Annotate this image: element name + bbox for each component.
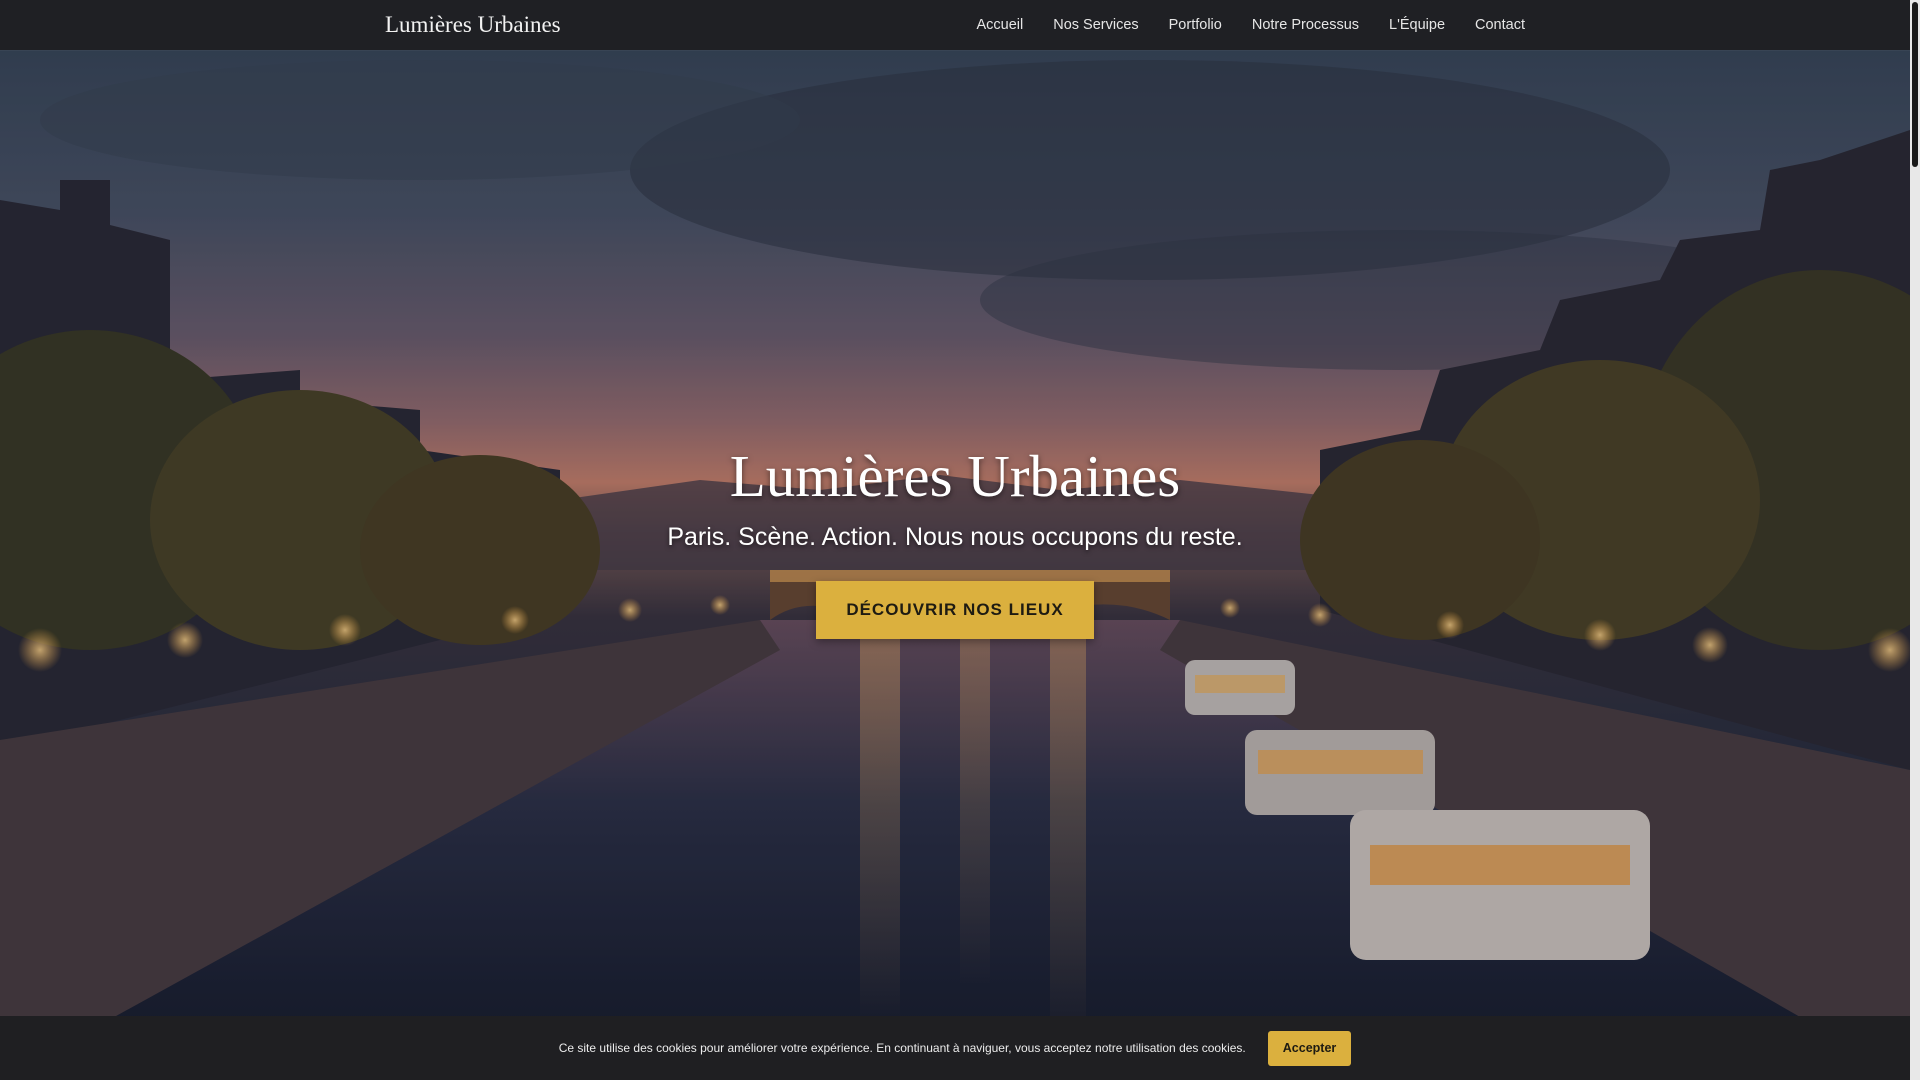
hero-subtitle: Paris. Scène. Action. Nous nous occupons… xyxy=(667,523,1243,551)
cookie-banner: Ce site utilise des cookies pour amélior… xyxy=(0,1016,1910,1080)
hero-section: Lumières Urbaines Paris. Scène. Action. … xyxy=(0,50,1910,1080)
nav-link-services[interactable]: Nos Services xyxy=(1038,0,1153,50)
nav-links: Accueil Nos Services Portfolio Notre Pro… xyxy=(961,0,1525,50)
nav-link-processus[interactable]: Notre Processus xyxy=(1237,0,1374,50)
page-scrollbar[interactable] xyxy=(1910,0,1920,1080)
accept-cookies-button[interactable]: Accepter xyxy=(1267,1030,1352,1066)
scrollbar-thumb[interactable] xyxy=(1912,2,1918,167)
nav-link-equipe[interactable]: L'Équipe xyxy=(1374,0,1460,50)
discover-venues-button[interactable]: DÉCOUVRIR NOS LIEUX xyxy=(816,581,1094,639)
hero-title: Lumières Urbaines xyxy=(729,443,1181,509)
hero-content: Lumières Urbaines Paris. Scène. Action. … xyxy=(0,440,1910,639)
nav-link-contact[interactable]: Contact xyxy=(1460,0,1525,50)
top-navbar: Lumières Urbaines Accueil Nos Services P… xyxy=(0,0,1910,50)
brand-logo-link[interactable]: Lumières Urbaines xyxy=(385,0,561,50)
cookie-message: Ce site utilise des cookies pour amélior… xyxy=(558,1041,1246,1055)
nav-link-portfolio[interactable]: Portfolio xyxy=(1154,0,1237,50)
nav-link-accueil[interactable]: Accueil xyxy=(961,0,1038,50)
